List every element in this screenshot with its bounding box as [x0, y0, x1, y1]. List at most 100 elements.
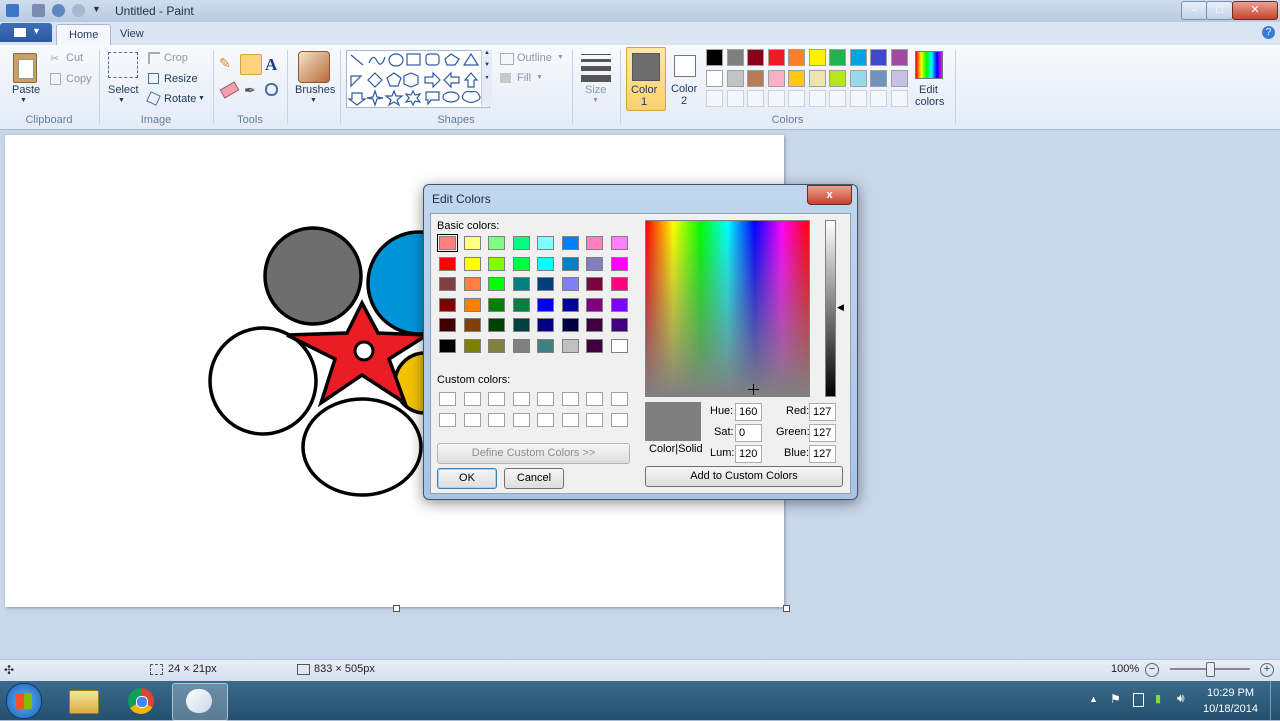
zoom-out-button[interactable]: −	[1145, 663, 1159, 677]
cut-button[interactable]: Cut	[66, 52, 83, 64]
basic-color-swatch[interactable]	[488, 256, 505, 271]
paint-app-icon[interactable]	[6, 4, 19, 17]
crop-button[interactable]: Crop	[164, 52, 188, 64]
custom-color-slot[interactable]	[537, 412, 554, 427]
basic-color-swatch[interactable]	[488, 277, 505, 292]
red-input[interactable]: 127	[809, 403, 836, 421]
basic-color-swatch[interactable]	[561, 277, 579, 292]
basic-color-swatch[interactable]	[610, 256, 628, 271]
palette-empty-slot[interactable]	[808, 90, 826, 107]
basic-color-swatch[interactable]	[512, 297, 530, 312]
volume-icon[interactable]: 🔊︎	[1177, 691, 1185, 706]
pencil-icon[interactable]: ✎	[219, 55, 237, 73]
palette-swatch[interactable]	[849, 69, 867, 87]
palette-swatch[interactable]	[808, 69, 826, 87]
shapes-gallery[interactable]	[346, 50, 490, 108]
basic-color-swatch[interactable]	[439, 277, 456, 292]
size-icon[interactable]	[581, 54, 611, 82]
lum-input[interactable]: 120	[735, 445, 762, 463]
palette-empty-slot[interactable]	[849, 90, 867, 107]
define-custom-colors-button[interactable]: Define Custom Colors >>	[437, 443, 630, 464]
paste-button[interactable]	[10, 49, 40, 85]
palette-empty-slot[interactable]	[890, 90, 908, 107]
select-icon[interactable]	[108, 52, 138, 78]
dialog-close-button[interactable]: x	[807, 185, 852, 205]
basic-color-swatch[interactable]	[439, 339, 456, 353]
custom-color-slot[interactable]	[488, 412, 505, 427]
resize-handle-corner[interactable]	[783, 605, 790, 612]
palette-swatch[interactable]	[829, 69, 846, 87]
custom-color-slot[interactable]	[439, 412, 456, 427]
palette-swatch[interactable]	[849, 49, 867, 66]
basic-color-swatch[interactable]	[610, 236, 628, 250]
basic-color-swatch[interactable]	[512, 318, 530, 333]
zoom-in-button[interactable]: +	[1260, 663, 1274, 677]
basic-color-swatch[interactable]	[537, 318, 554, 333]
hue-input[interactable]: 160	[735, 403, 762, 421]
basic-color-swatch[interactable]	[463, 236, 481, 250]
palette-swatch[interactable]	[890, 49, 908, 66]
basic-color-swatch[interactable]	[512, 277, 530, 292]
color2-button[interactable]: Color 2	[667, 47, 703, 109]
custom-color-slot[interactable]	[463, 392, 481, 406]
brushes-button[interactable]: Brushes	[295, 84, 335, 96]
basic-color-swatch[interactable]	[610, 339, 628, 353]
basic-color-swatch[interactable]	[537, 277, 554, 292]
brushes-icon[interactable]	[298, 51, 330, 83]
device-icon[interactable]	[1133, 693, 1144, 707]
color1-button[interactable]: Color 1	[626, 47, 666, 111]
basic-color-swatch[interactable]	[561, 318, 579, 333]
basic-color-swatch[interactable]	[537, 297, 554, 312]
basic-color-swatch[interactable]	[463, 277, 481, 292]
fill-bucket-icon[interactable]	[240, 54, 262, 75]
fill-button[interactable]: Fill	[517, 72, 531, 84]
action-center-flag-icon[interactable]: ⚑	[1110, 692, 1121, 706]
palette-empty-slot[interactable]	[788, 90, 805, 107]
custom-color-slot[interactable]	[561, 392, 579, 406]
color-spectrum[interactable]	[645, 220, 810, 397]
palette-swatch[interactable]	[870, 69, 887, 87]
palette-swatch[interactable]	[788, 49, 805, 66]
palette-empty-slot[interactable]	[747, 90, 764, 107]
basic-color-swatch[interactable]	[537, 236, 554, 250]
start-button[interactable]	[6, 683, 42, 719]
palette-swatch[interactable]	[870, 49, 887, 66]
custom-color-slot[interactable]	[610, 412, 628, 427]
clock-date[interactable]: 10/18/2014	[1201, 703, 1260, 715]
basic-color-swatch[interactable]	[439, 256, 456, 271]
basic-color-swatch[interactable]	[586, 318, 603, 333]
basic-color-swatch[interactable]	[561, 236, 579, 250]
custom-color-slot[interactable]	[610, 392, 628, 406]
undo-icon[interactable]	[52, 4, 65, 17]
show-hidden-icons[interactable]: ▲	[1089, 694, 1098, 704]
basic-color-swatch[interactable]	[537, 339, 554, 353]
palette-swatch[interactable]	[890, 69, 908, 87]
basic-color-swatch[interactable]	[537, 256, 554, 271]
palette-swatch[interactable]	[808, 49, 826, 66]
edit-colors-label[interactable]: Edit	[919, 84, 938, 96]
basic-color-swatch[interactable]	[561, 339, 579, 353]
custom-color-slot[interactable]	[586, 412, 603, 427]
basic-color-swatch[interactable]	[586, 297, 603, 312]
palette-empty-slot[interactable]	[870, 90, 887, 107]
custom-color-slot[interactable]	[439, 392, 456, 406]
edit-colors-label-2[interactable]: colors	[915, 96, 944, 108]
basic-color-swatch[interactable]	[512, 256, 530, 271]
redo-icon[interactable]	[72, 4, 85, 17]
basic-color-swatch[interactable]	[463, 318, 481, 333]
tab-home[interactable]: Home	[56, 24, 112, 46]
show-desktop-button[interactable]	[1270, 681, 1280, 720]
basic-color-swatch[interactable]	[610, 297, 628, 312]
palette-swatch[interactable]	[767, 69, 785, 87]
palette-empty-slot[interactable]	[829, 90, 846, 107]
add-to-custom-colors-button[interactable]: Add to Custom Colors	[645, 466, 843, 487]
select-button[interactable]: Select	[108, 84, 139, 96]
close-button[interactable]: ✕	[1232, 1, 1278, 20]
basic-color-swatch[interactable]	[512, 339, 530, 353]
taskbar-paint[interactable]	[172, 683, 228, 721]
size-button[interactable]: Size	[585, 84, 606, 96]
taskbar-chrome[interactable]	[115, 684, 167, 718]
zoom-slider-thumb[interactable]	[1206, 662, 1215, 677]
magnifier-icon[interactable]	[265, 83, 278, 96]
resize-button[interactable]: Resize	[164, 73, 198, 85]
